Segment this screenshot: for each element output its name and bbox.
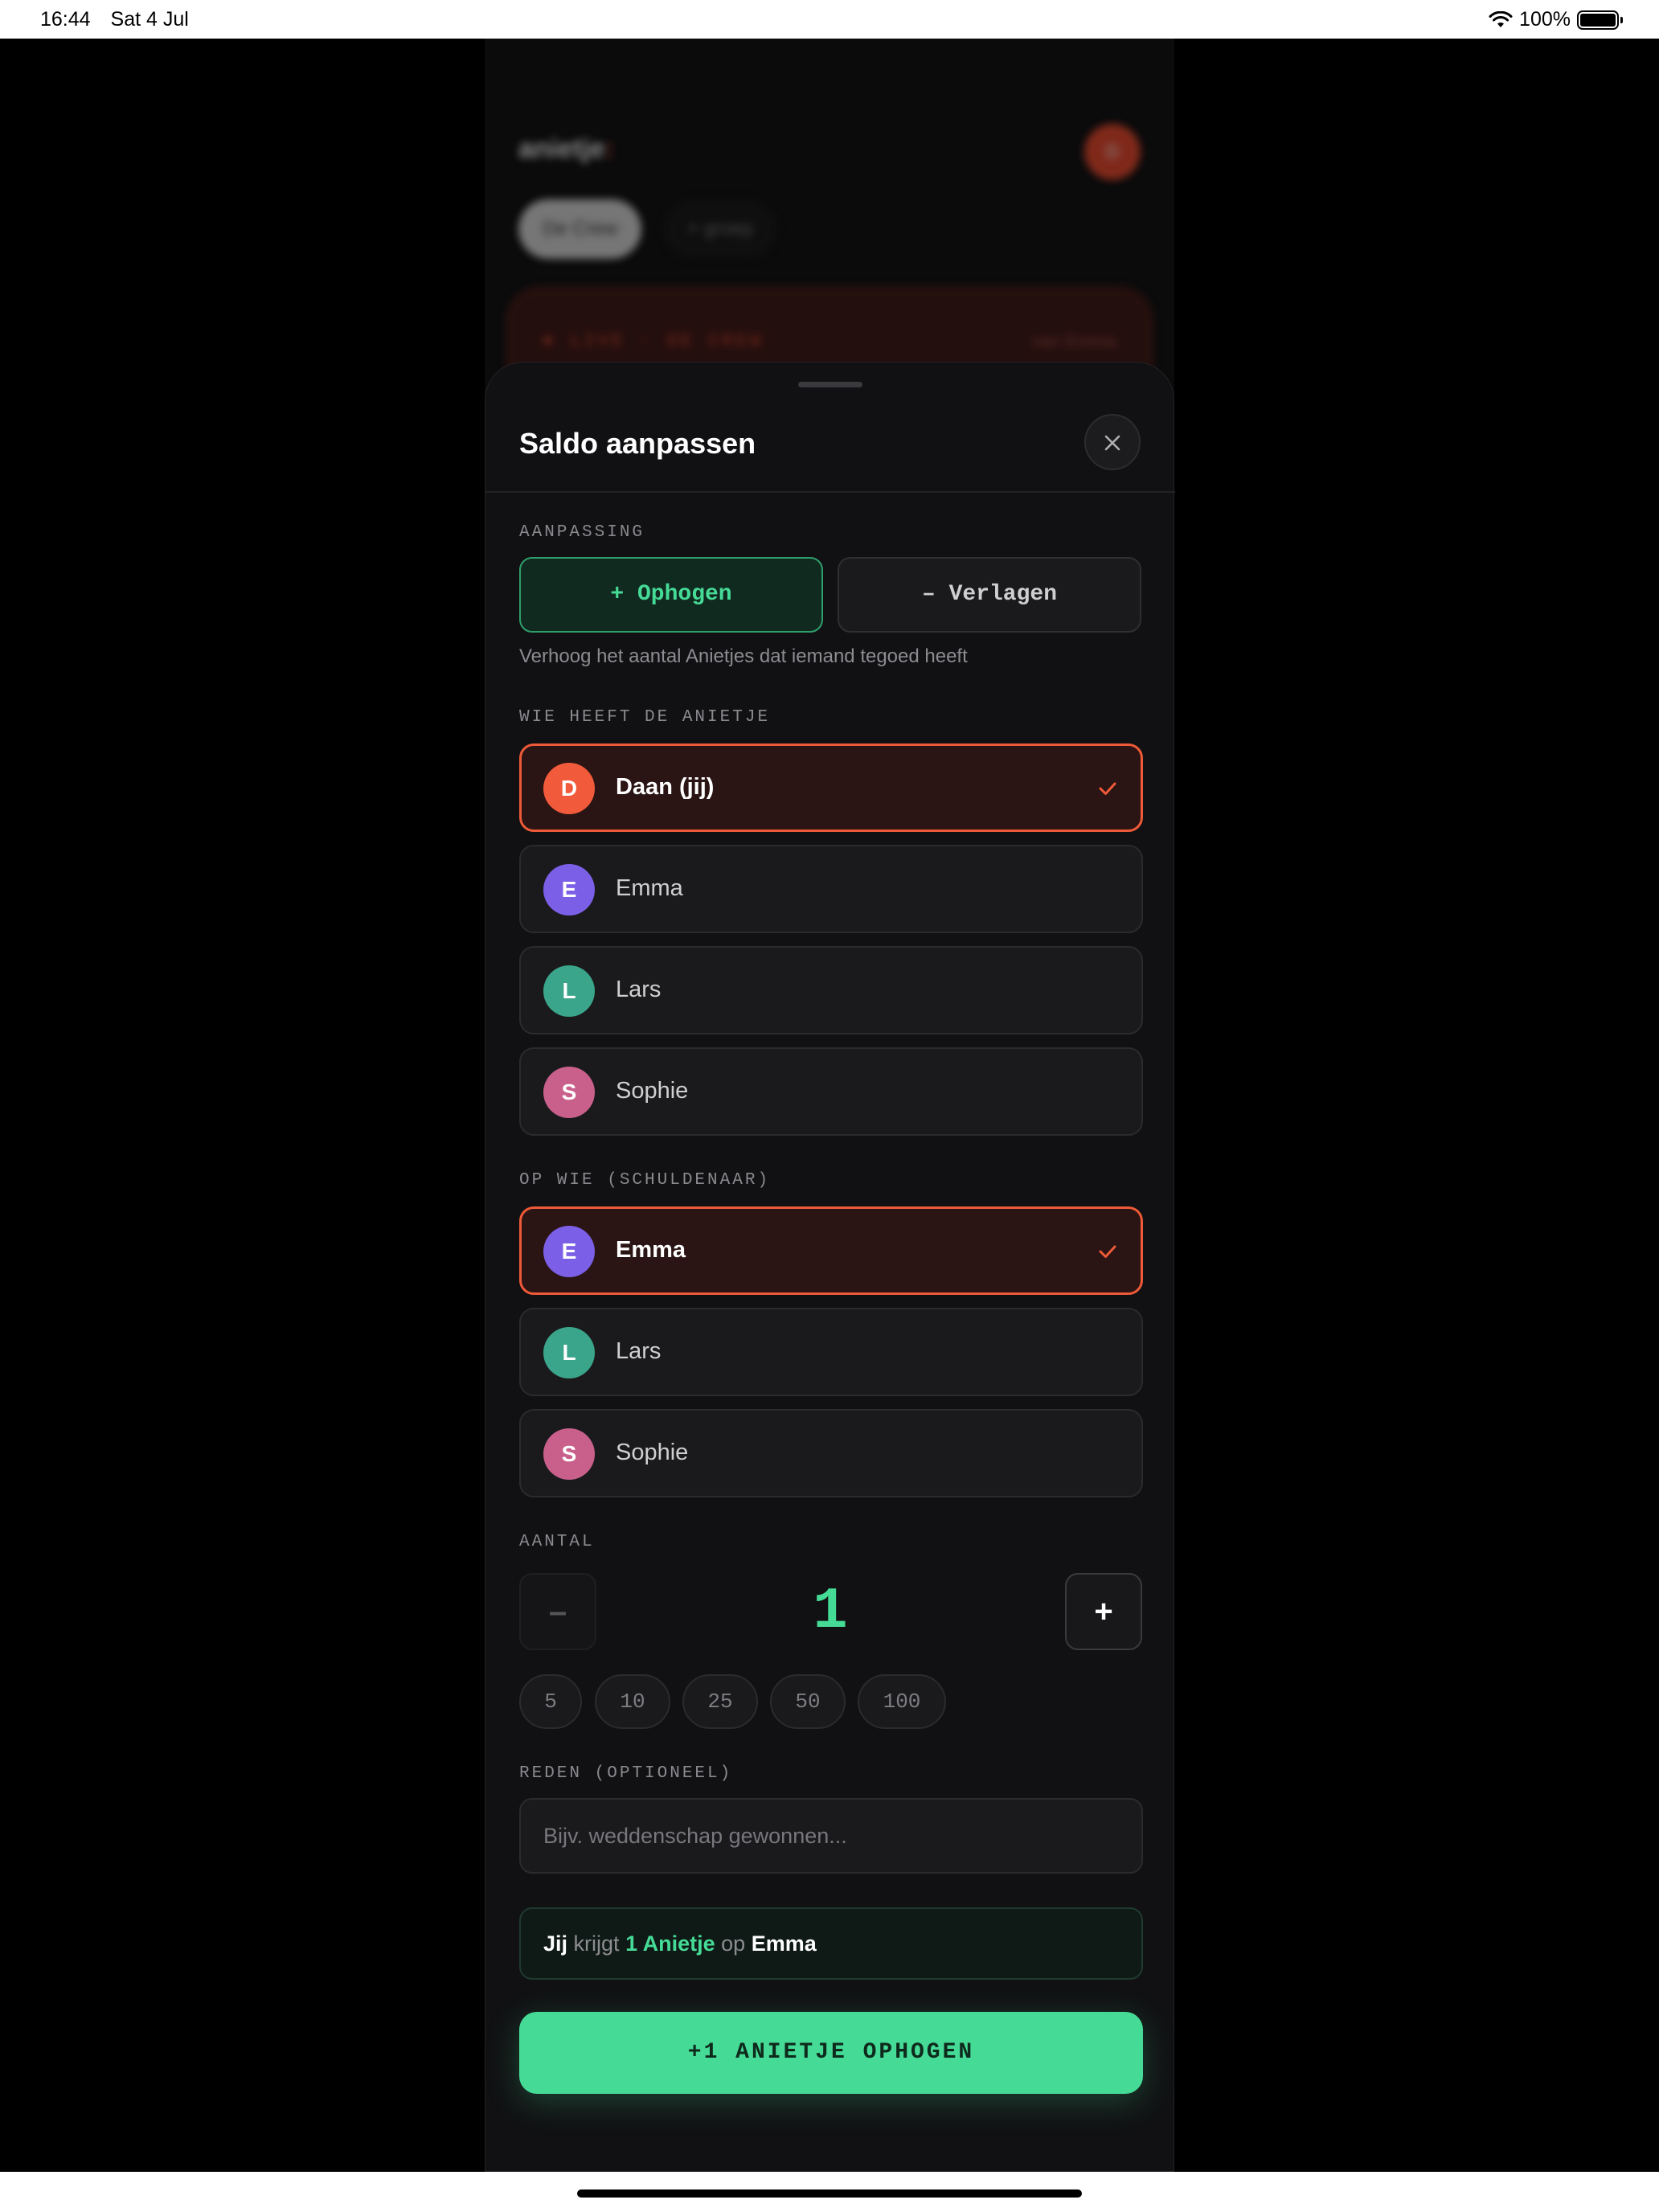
battery-icon: [1577, 10, 1623, 30]
avatar: S: [543, 1067, 595, 1118]
avatar: S: [543, 1428, 595, 1480]
debtor-option-lars[interactable]: L Lars: [519, 1308, 1143, 1396]
summary-verb: krijgt: [573, 1931, 620, 1956]
person-name: Daan (jij): [616, 774, 715, 800]
adjustment-help: Verhoog het aantal Anietjes dat iemand t…: [519, 645, 968, 667]
avatar: L: [543, 1327, 595, 1378]
avatar: D: [543, 763, 595, 814]
header-divider: [485, 491, 1175, 493]
person-name: Sophie: [616, 1078, 689, 1104]
close-button[interactable]: [1084, 414, 1141, 470]
amount-value: 1: [813, 1579, 848, 1645]
on-whom-label: OP WIE (SCHULDENAAR): [519, 1171, 771, 1190]
status-date: Sat 4 Jul: [110, 8, 189, 31]
debtor-option-emma[interactable]: E Emma: [519, 1206, 1143, 1295]
creditor-option-emma[interactable]: E Emma: [519, 845, 1143, 933]
add-group-chip: + groep: [663, 199, 778, 259]
status-left: 16:44 Sat 4 Jul: [40, 8, 203, 31]
creditor-option-lars[interactable]: L Lars: [519, 946, 1143, 1034]
check-icon: [1099, 782, 1116, 795]
person-name: Emma: [616, 1237, 686, 1263]
increase-toggle[interactable]: + Ophogen: [519, 557, 823, 633]
adjust-balance-sheet: Saldo aanpassen AANPASSING + Ophogen – V…: [485, 362, 1175, 2172]
who-has-label: WIE HEEFT DE ANIETJE: [519, 708, 771, 727]
quick-amount-50[interactable]: 50: [770, 1674, 846, 1729]
summary-target: Emma: [751, 1931, 817, 1956]
person-name: Lars: [616, 1338, 662, 1364]
person-name: Emma: [616, 875, 683, 901]
wifi-icon: [1489, 10, 1513, 27]
avatar: E: [543, 864, 595, 916]
quick-amount-10[interactable]: 10: [595, 1674, 670, 1729]
sheet-handle[interactable]: [798, 382, 862, 387]
decrement-button[interactable]: –: [519, 1573, 596, 1650]
debtor-option-sophie[interactable]: S Sophie: [519, 1409, 1143, 1497]
summary-subject: Jij: [543, 1931, 568, 1956]
summary-box: Jij krijgt 1 Anietje op Emma: [519, 1907, 1143, 1980]
home-bar: [0, 2172, 1659, 2212]
summary-amount: 1 Anietje: [625, 1931, 715, 1956]
group-chip: De Crew: [518, 199, 642, 259]
adjustment-label: AANPASSING: [519, 523, 645, 542]
creditor-option-sophie[interactable]: S Sophie: [519, 1047, 1143, 1136]
person-name: Lars: [616, 977, 662, 1002]
profile-avatar: D: [1084, 124, 1141, 180]
live-label: ● LIVE · DE CREW: [543, 331, 764, 351]
avatar: L: [543, 965, 595, 1017]
amount-label: AANTAL: [519, 1533, 595, 1551]
check-icon: [1099, 1245, 1116, 1258]
reason-label: REDEN (OPTIONEEL): [519, 1764, 733, 1783]
status-bar: 16:44 Sat 4 Jul 100%: [0, 0, 1659, 39]
increment-button[interactable]: +: [1065, 1573, 1142, 1650]
home-indicator[interactable]: [577, 2189, 1082, 2198]
quick-amount-5[interactable]: 5: [519, 1674, 582, 1729]
avatar: E: [543, 1226, 595, 1277]
quick-amount-100[interactable]: 100: [858, 1674, 946, 1729]
summary-prep: op: [721, 1931, 746, 1956]
submit-button[interactable]: +1 ANIETJE OPHOGEN: [519, 2012, 1143, 2094]
sheet-title: Saldo aanpassen: [519, 427, 756, 460]
decrease-toggle[interactable]: – Verlagen: [838, 557, 1141, 633]
close-icon: [1104, 435, 1120, 451]
live-from: van Emma: [1031, 331, 1116, 351]
person-name: Sophie: [616, 1440, 689, 1465]
battery-percent: 100%: [1519, 8, 1571, 31]
reason-input[interactable]: [519, 1798, 1143, 1874]
quick-amount-25[interactable]: 25: [682, 1674, 758, 1729]
creditor-option-daan[interactable]: D Daan (jij): [519, 743, 1143, 832]
status-right: 100%: [1489, 8, 1623, 31]
status-time: 16:44: [40, 8, 91, 31]
app-logo: anietje:: [518, 133, 615, 164]
